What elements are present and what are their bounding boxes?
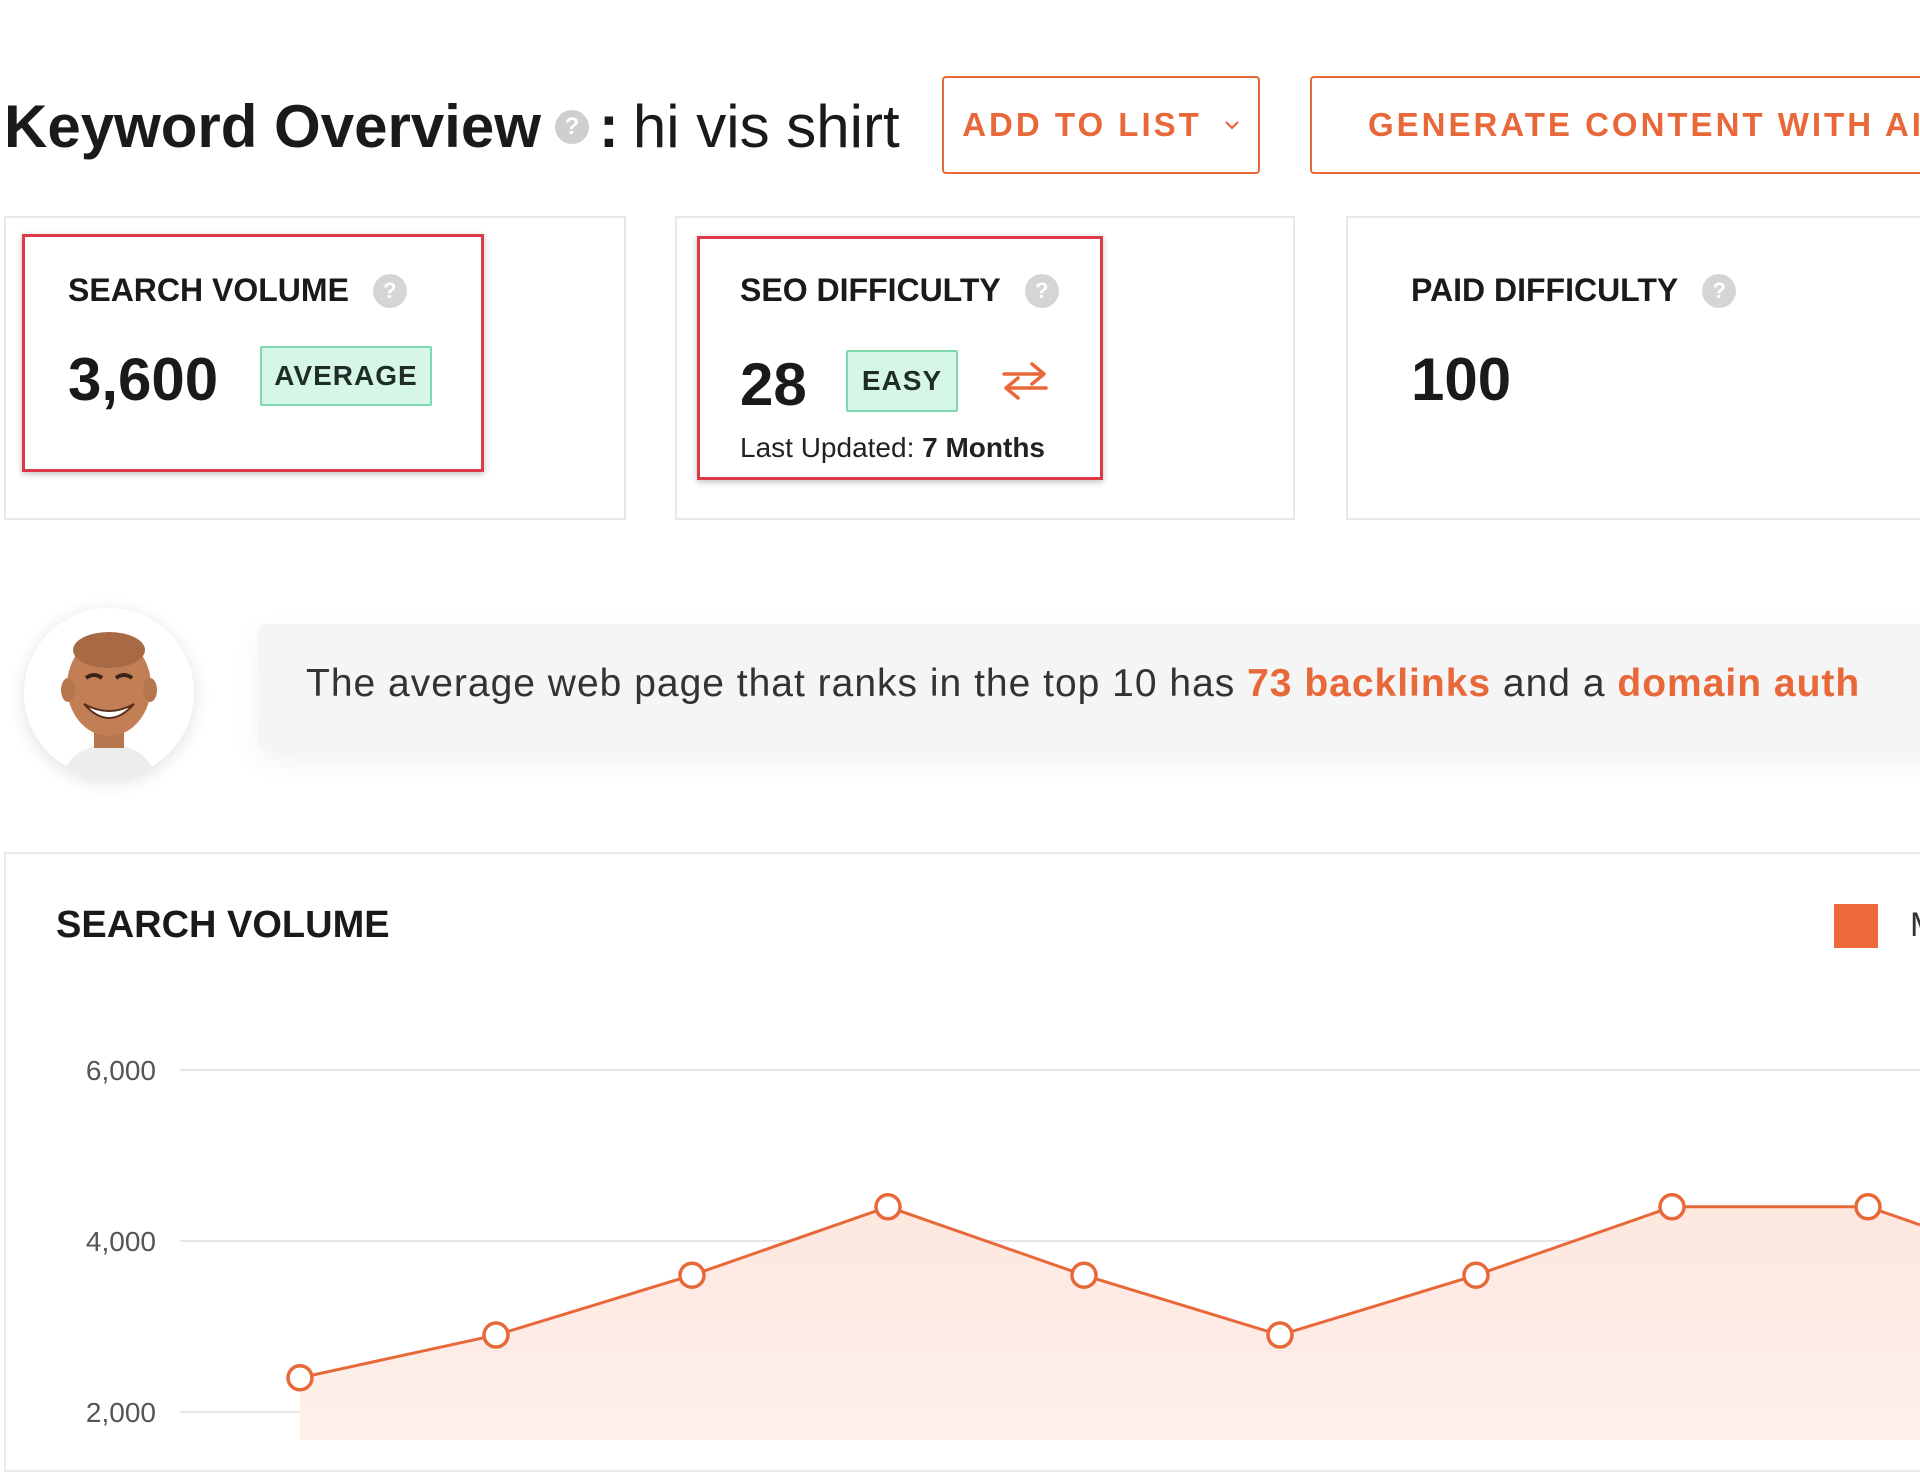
seo-difficulty-badge: EASY xyxy=(846,350,958,412)
generate-content-ai-label: GENERATE CONTENT WITH AI xyxy=(1368,106,1920,143)
last-updated-value: 7 Months xyxy=(922,432,1046,463)
search-volume-chart: 6,000 4,000 2,000 xyxy=(86,1055,1920,1440)
data-point[interactable] xyxy=(1854,1193,1882,1221)
generate-content-ai-button[interactable]: GENERATE CONTENT WITH AI xyxy=(1310,76,1920,174)
help-icon[interactable]: ? xyxy=(1702,273,1737,308)
y-tick-label: 4,000 xyxy=(86,1226,156,1257)
legend-swatch[interactable] xyxy=(1834,904,1878,948)
paid-difficulty-value: 100 xyxy=(1411,346,1512,413)
tip-text-1: The average web page that ranks in the t… xyxy=(306,662,1248,705)
data-point[interactable] xyxy=(1462,1261,1490,1289)
y-tick-label: 6,000 xyxy=(86,1055,156,1086)
help-icon[interactable]: ? xyxy=(372,273,407,308)
help-icon[interactable]: ? xyxy=(554,110,589,145)
title-separator: : xyxy=(598,93,619,160)
search-volume-label: SEARCH VOLUME? xyxy=(68,272,407,310)
page-title-text: Keyword Overview xyxy=(4,93,541,160)
chevron-down-icon xyxy=(1225,121,1239,130)
data-point[interactable] xyxy=(1070,1261,1098,1289)
data-point[interactable] xyxy=(678,1261,706,1289)
add-to-list-label: ADD TO LIST xyxy=(962,106,1202,143)
legend-label: M xyxy=(1910,906,1920,945)
keyword-text: hi vis shirt xyxy=(632,93,900,160)
data-point[interactable] xyxy=(874,1193,902,1221)
y-tick-label: 2,000 xyxy=(86,1397,156,1428)
tip-text-2: and a xyxy=(1491,662,1618,705)
avatar-portrait-icon xyxy=(24,608,194,778)
seo-difficulty-label-text: SEO DIFFICULTY xyxy=(740,272,1001,308)
seo-difficulty-value: 28 xyxy=(740,351,807,418)
search-volume-value: 3,600 xyxy=(68,346,219,413)
chart-title: SEARCH VOLUME xyxy=(56,904,390,946)
help-icon[interactable]: ? xyxy=(1024,273,1059,308)
last-updated-prefix: Last Updated: xyxy=(740,432,915,463)
paid-difficulty-label-text: PAID DIFFICULTY xyxy=(1411,272,1679,308)
add-to-list-button[interactable]: ADD TO LIST xyxy=(942,76,1260,174)
data-point[interactable] xyxy=(482,1321,510,1349)
avatar xyxy=(24,608,194,778)
tip-backlinks: 73 backlinks xyxy=(1247,662,1492,705)
data-point[interactable] xyxy=(1266,1321,1294,1349)
refresh-icon[interactable] xyxy=(998,356,1052,406)
search-volume-label-text: SEARCH VOLUME xyxy=(68,272,349,308)
seo-difficulty-label: SEO DIFFICULTY? xyxy=(740,272,1059,310)
data-point[interactable] xyxy=(1658,1193,1686,1221)
paid-difficulty-label: PAID DIFFICULTY? xyxy=(1411,272,1737,310)
tip-domain-authority: domain auth xyxy=(1617,662,1861,705)
page-title: Keyword Overview?: hi vis shirt xyxy=(4,92,900,162)
tip-text: The average web page that ranks in the t… xyxy=(306,662,1860,706)
last-updated: Last Updated: 7 Months xyxy=(740,432,1045,464)
search-volume-badge: AVERAGE xyxy=(260,346,432,406)
data-point[interactable] xyxy=(286,1364,314,1392)
